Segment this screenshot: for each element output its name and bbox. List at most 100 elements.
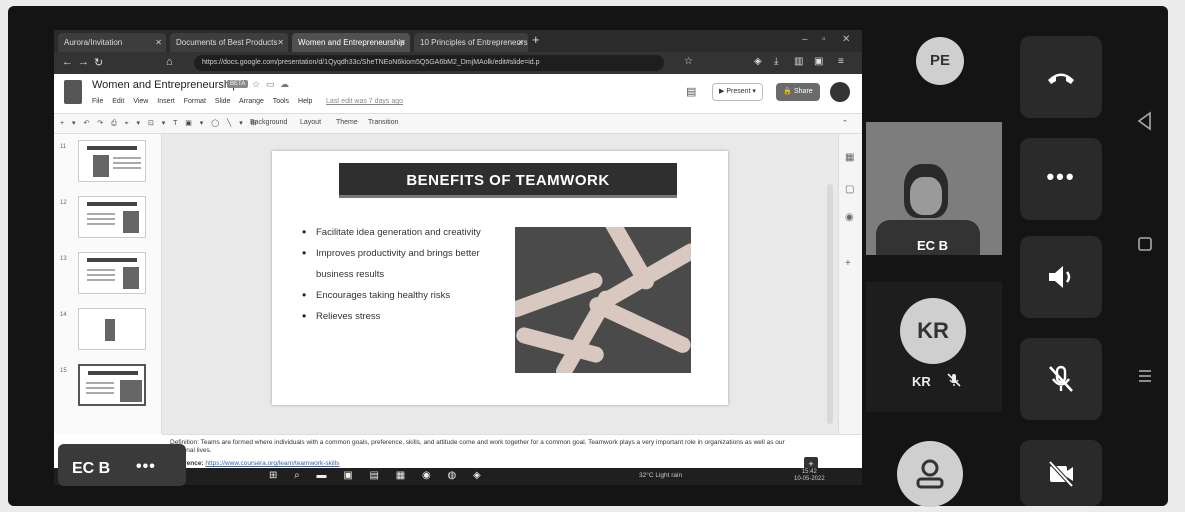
toolbar-background[interactable]: Background — [250, 119, 287, 126]
url-field[interactable]: https://docs.google.com/presentation/d/1… — [194, 55, 664, 71]
close-icon[interactable]: ✕ — [277, 33, 284, 52]
user-profile-button[interactable] — [897, 441, 963, 507]
toolbar-transition[interactable]: Transition — [368, 119, 398, 126]
more-options-icon[interactable]: ••• — [136, 458, 156, 476]
menu-slide[interactable]: Slide — [215, 98, 231, 105]
speaker-button[interactable] — [1020, 236, 1102, 318]
slide-title[interactable]: BENEFITS OF TEAMWORK — [339, 163, 677, 198]
thumb-title — [87, 202, 137, 206]
hang-up-icon — [1048, 73, 1074, 84]
mic-off-icon — [947, 373, 961, 387]
home-icon[interactable]: ⌂ — [166, 56, 173, 68]
notes-reference: Reference: https://www.coursera.org/lear… — [170, 460, 339, 467]
end-call-button[interactable] — [1020, 36, 1102, 118]
close-icon[interactable]: ✕ — [155, 33, 162, 52]
reference-link[interactable]: https://www.coursera.org/learn/teamwork-… — [205, 460, 339, 467]
comment-history-icon[interactable]: ▤ — [686, 85, 696, 98]
new-tab-icon[interactable]: + — [532, 32, 540, 47]
forward-icon[interactable]: → — [78, 56, 89, 68]
participant-video-tile[interactable]: EC B — [866, 122, 1002, 255]
back-icon[interactable]: ← — [62, 56, 73, 68]
browser-tab-active[interactable]: Women and Entrepreneurship ✕ — [292, 33, 410, 52]
more-dots-icon: ••• — [1046, 164, 1076, 189]
close-icon[interactable]: ✕ — [517, 33, 524, 52]
collections-icon[interactable]: ▣ — [814, 56, 823, 67]
thumb-image — [123, 211, 139, 233]
menu-tools[interactable]: Tools — [273, 98, 289, 105]
account-avatar[interactable] — [830, 82, 850, 102]
last-edit-link[interactable]: Last edit was 7 days ago — [326, 98, 403, 105]
recents-nav-icon[interactable] — [1135, 366, 1155, 386]
collapse-toolbar-icon[interactable]: ⌃ — [842, 119, 848, 127]
star-icon[interactable]: ☆ — [252, 79, 260, 90]
canvas-scrollbar[interactable] — [827, 184, 833, 424]
notes-definition: Definition: Teams are formed where indiv… — [170, 439, 785, 454]
share-button[interactable]: 🔒 Share — [776, 83, 820, 101]
calendar-icon[interactable]: ▦ — [845, 152, 854, 163]
minimize-icon[interactable]: – — [802, 34, 808, 45]
participant-face — [910, 177, 942, 215]
browser-tab[interactable]: Documents of Best Products ✕ — [170, 33, 288, 52]
slide-thumbnail[interactable] — [78, 308, 146, 350]
toolbar-layout[interactable]: Layout — [300, 119, 321, 126]
thumb-title — [87, 146, 137, 150]
home-nav-icon[interactable] — [1135, 234, 1155, 254]
speaker-icon — [1049, 266, 1071, 288]
menu-format[interactable]: Format — [184, 98, 206, 105]
browser-tab[interactable]: 10 Principles of Entrepreneurs ✕ — [414, 33, 528, 52]
slide-thumbnail[interactable] — [78, 196, 146, 238]
participant-avatar-pe[interactable]: PE — [916, 37, 964, 85]
taskbar-app-icons[interactable]: ⊞ ⌕ ▬ ▣ ▤ ▦ ◉ ◍ ◈ — [269, 470, 488, 481]
tab-label: Women and Entrepreneurship — [298, 38, 405, 47]
self-preview-tile[interactable]: EC B ••• — [58, 444, 186, 486]
bullet-list[interactable]: Facilitate idea generation and creativit… — [300, 222, 490, 327]
document-title[interactable]: Women and Entrepreneurship — [92, 79, 239, 91]
reload-icon[interactable]: ↻ — [94, 56, 103, 69]
menu-view[interactable]: View — [133, 98, 148, 105]
toolbar-icon-group[interactable]: + ▾ ↶ ↷ ⎙ ⌖ ▾ ⊡ ▾ T ▣ ▾ ◯ ╲ ▾ ⊞ — [60, 119, 260, 128]
slide-thumbnail[interactable] — [78, 252, 146, 294]
thumb-title — [87, 258, 137, 262]
thumb-image — [123, 267, 139, 289]
toolbar-theme[interactable]: Theme — [336, 119, 358, 126]
close-icon[interactable]: ✕ — [399, 33, 406, 52]
reader-icon[interactable]: ▥ — [794, 56, 803, 67]
menu-arrange[interactable]: Arrange — [239, 98, 264, 105]
camera-off-icon — [1048, 460, 1074, 488]
slide-filmstrip: 11 12 13 14 15 — [54, 134, 162, 434]
tray-clock[interactable]: 15:42 10-05-2022 — [794, 469, 825, 483]
menu-file[interactable]: File — [92, 98, 103, 105]
mute-mic-button[interactable] — [1020, 338, 1102, 420]
download-icon[interactable]: ⤓ — [774, 56, 778, 67]
shared-screen: Aurora/Invitation ✕ Documents of Best Pro… — [54, 30, 862, 485]
menu-edit[interactable]: Edit — [112, 98, 124, 105]
thumb-image — [120, 380, 142, 402]
bookmark-star-icon[interactable]: ☆ — [684, 56, 693, 67]
camera-off-button[interactable] — [1020, 440, 1102, 506]
browser-tab[interactable]: Aurora/Invitation ✕ — [58, 33, 166, 52]
add-addon-icon[interactable]: + — [845, 258, 851, 269]
slides-logo-icon[interactable] — [64, 80, 82, 104]
teamwork-hands-image[interactable] — [515, 227, 691, 373]
menu-help[interactable]: Help — [298, 98, 312, 105]
tray-weather[interactable]: 32°C Light rain — [639, 472, 682, 479]
current-slide[interactable]: BENEFITS OF TEAMWORK Facilitate idea gen… — [272, 151, 728, 405]
close-window-icon[interactable]: ✕ — [842, 34, 850, 45]
slide-thumbnail-selected[interactable] — [78, 364, 146, 406]
maximize-icon[interactable]: ▫ — [822, 34, 826, 45]
menu-insert[interactable]: Insert — [157, 98, 175, 105]
extension-icon[interactable]: ◈ — [754, 56, 762, 67]
present-button[interactable]: ▶ Present ▾ — [712, 83, 763, 101]
back-nav-icon[interactable] — [1135, 110, 1155, 132]
slide-thumbnail[interactable] — [78, 140, 146, 182]
thumb-text — [87, 213, 115, 215]
thumb-text — [86, 382, 114, 384]
tasks-icon[interactable]: ◉ — [845, 212, 854, 223]
thumb-title — [88, 371, 138, 375]
move-folder-icon[interactable]: ▭ — [266, 79, 275, 90]
speaker-notes[interactable]: Definition: Teams are formed where indiv… — [162, 434, 862, 471]
participant-avatar-kr[interactable]: KR — [900, 298, 966, 364]
keep-icon[interactable]: ▢ — [845, 184, 854, 195]
more-options-button[interactable]: ••• — [1020, 138, 1102, 220]
browser-menu-icon[interactable]: ≡ — [838, 56, 844, 67]
